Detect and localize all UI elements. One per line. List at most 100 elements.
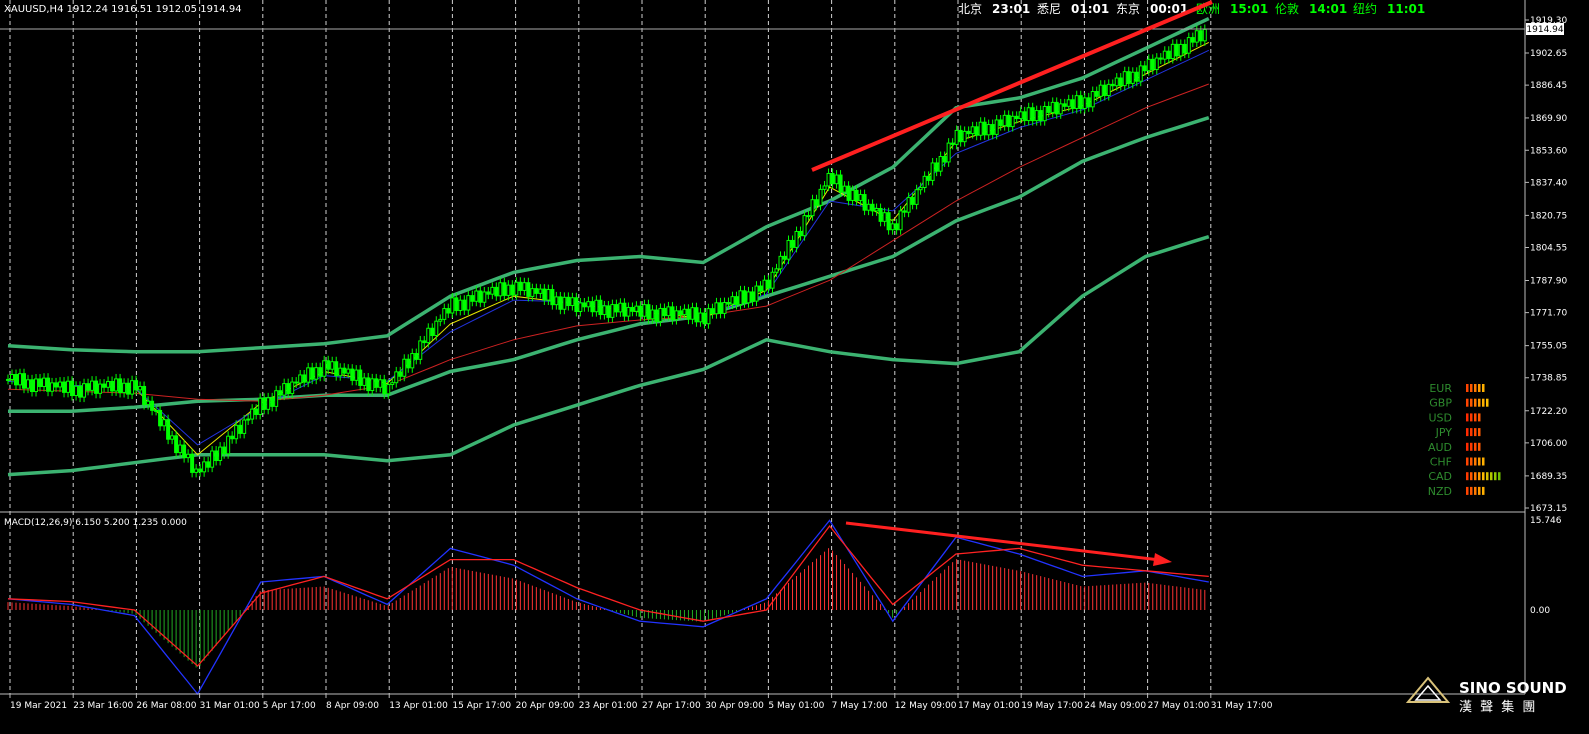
strength-bar (1474, 472, 1477, 481)
candle-body (190, 453, 195, 473)
time-tick-label: 31 May 17:00 (1211, 701, 1273, 711)
strength-bar (1466, 413, 1469, 422)
candle-body (994, 119, 999, 135)
strength-bar (1466, 428, 1469, 437)
candle-body (1050, 101, 1055, 113)
candle-body (198, 468, 203, 473)
price-tick-label: 1706.00 (1530, 439, 1567, 449)
candle-body (454, 297, 459, 311)
candle-body (822, 185, 827, 190)
candle-body (354, 369, 359, 381)
candle-body (338, 367, 343, 377)
candle-body (514, 281, 519, 296)
candle-body (182, 444, 187, 459)
candle-body (594, 299, 599, 313)
candle-body (710, 308, 715, 315)
candle-body (230, 435, 235, 440)
strength-bar (1482, 398, 1485, 407)
candle-body (406, 358, 411, 369)
time-tick-label: 7 May 17:00 (832, 701, 888, 711)
candle-body (1194, 30, 1199, 43)
candle-body (986, 124, 991, 136)
candle-body (930, 162, 935, 181)
candle-body (758, 285, 763, 292)
candle-body (1182, 43, 1187, 54)
candle-body (982, 121, 987, 136)
candle-body (890, 223, 895, 231)
candle-body (18, 373, 23, 386)
candle-body (42, 377, 47, 388)
candle-body (590, 301, 595, 313)
candle-body (786, 239, 791, 260)
candle-body (1174, 43, 1179, 57)
candle-body (570, 297, 575, 307)
candle-body (322, 360, 327, 377)
candle-body (70, 380, 75, 397)
time-tick-label: 27 May 01:00 (1148, 701, 1210, 711)
candle-body (1022, 111, 1027, 122)
candle-body (830, 172, 835, 185)
strength-bar (1470, 486, 1473, 495)
strength-bar (1478, 413, 1481, 422)
candle-body (1110, 83, 1115, 87)
candle-body (326, 360, 331, 370)
strength-bar (1478, 384, 1481, 392)
candle-body (382, 379, 387, 395)
chart-background (0, 0, 1589, 734)
strength-bar (1486, 398, 1489, 407)
candle-body (342, 367, 347, 374)
candle-body (646, 304, 651, 320)
candle-body (834, 174, 839, 185)
candle-body (1142, 65, 1147, 72)
candle-body (302, 374, 307, 383)
candle-body (922, 175, 927, 189)
candle-body (998, 119, 1003, 127)
candle-body (106, 380, 111, 388)
candle-body (934, 162, 939, 172)
candle-body (682, 308, 687, 316)
candle-body (670, 306, 675, 321)
time-tick-label: 17 May 01:00 (958, 701, 1020, 711)
candle-body (690, 307, 695, 320)
candle-body (838, 174, 843, 193)
trading-chart[interactable]: 1919.301902.651886.451869.901853.601837.… (0, 0, 1589, 734)
candle-body (146, 400, 151, 406)
candle-body (402, 358, 407, 377)
candle-body (862, 194, 867, 211)
candle-body (178, 444, 183, 454)
time-tick-label: 27 Apr 17:00 (642, 701, 701, 711)
time-tick-label: 20 Apr 09:00 (516, 701, 575, 711)
candle-body (34, 378, 39, 393)
price-tick-label: 1755.05 (1530, 342, 1567, 352)
clock-item: 北京 23:01 (958, 2, 1030, 16)
candle-body (990, 124, 995, 135)
candle-body (434, 320, 439, 336)
candle-body (46, 377, 51, 392)
candle-body (254, 408, 259, 415)
candle-body (874, 208, 879, 212)
candle-body (806, 215, 811, 218)
candle-body (362, 377, 367, 386)
candle-body (1042, 105, 1047, 122)
strength-bar (1478, 457, 1481, 466)
candle-body (246, 418, 251, 421)
candle-body (234, 424, 239, 440)
candle-body (270, 397, 275, 407)
candle-body (238, 424, 243, 434)
candle-body (538, 288, 543, 294)
candle-body (10, 374, 15, 380)
candle-body (1006, 114, 1011, 128)
candle-body (578, 302, 583, 312)
candle-body (346, 368, 351, 374)
candle-body (242, 419, 247, 434)
candle-body (414, 353, 419, 360)
time-tick-label: 31 Mar 01:00 (200, 701, 260, 711)
candle-body (938, 155, 943, 172)
candle-body (658, 307, 663, 322)
time-tick-label: 23 Apr 01:00 (579, 701, 638, 711)
candle-body (1066, 99, 1071, 107)
candle-body (1090, 91, 1095, 108)
candle-body (314, 367, 319, 380)
candle-body (22, 373, 27, 389)
candle-body (310, 367, 315, 380)
